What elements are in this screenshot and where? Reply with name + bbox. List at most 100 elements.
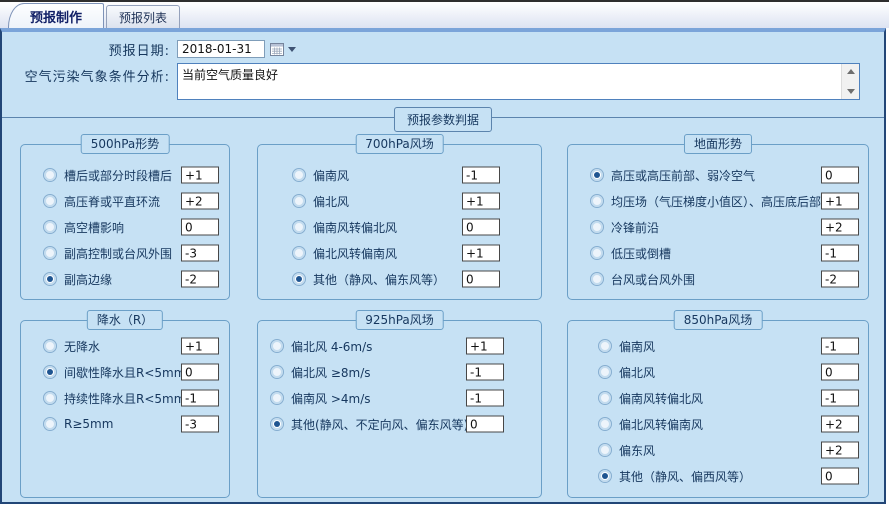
radio-button[interactable]: [43, 391, 57, 405]
main-panel: 预报日期: 2018-01-31 空气污染气象条件分析: 当前空气质量良好: [0, 28, 886, 504]
radio-button[interactable]: [292, 246, 306, 260]
radio-button-selected[interactable]: [598, 469, 612, 483]
option-label[interactable]: 偏北风 ≥8m/s: [291, 364, 371, 381]
radio-button[interactable]: [270, 365, 284, 379]
score-input[interactable]: [181, 416, 219, 433]
option-label[interactable]: 偏北风转偏南风: [619, 416, 703, 433]
score-input[interactable]: [462, 193, 500, 210]
radio-button[interactable]: [598, 365, 612, 379]
option-label[interactable]: 偏东风: [619, 442, 655, 459]
radio-button-selected[interactable]: [43, 272, 57, 286]
radio-button[interactable]: [43, 246, 57, 260]
option-label[interactable]: 偏北风 4-6m/s: [291, 338, 372, 355]
tab-forecast-production[interactable]: 预报制作: [8, 3, 104, 28]
analysis-textarea[interactable]: 当前空气质量良好: [177, 63, 860, 100]
option-label[interactable]: 副高控制或台风外围: [64, 245, 172, 262]
dropdown-caret-icon[interactable]: [288, 47, 296, 56]
radio-button[interactable]: [598, 339, 612, 353]
score-input[interactable]: [181, 338, 219, 355]
option-label[interactable]: 偏北风: [313, 193, 349, 210]
score-input[interactable]: [462, 245, 500, 262]
tab-forecast-list[interactable]: 预报列表: [106, 5, 180, 28]
score-input[interactable]: [821, 338, 859, 355]
forecast-date-picker[interactable]: 2018-01-31: [177, 40, 296, 58]
option-label[interactable]: 偏南风: [313, 167, 349, 184]
score-input[interactable]: [466, 338, 504, 355]
radio-button[interactable]: [590, 194, 604, 208]
option-label[interactable]: 持续性降水且R<5mm: [64, 390, 185, 407]
score-input[interactable]: [821, 245, 859, 262]
radio-button[interactable]: [43, 220, 57, 234]
option-label[interactable]: 偏南风: [619, 338, 655, 355]
score-input[interactable]: [821, 193, 859, 210]
option-label[interactable]: 偏北风: [619, 364, 655, 381]
score-input[interactable]: [821, 442, 859, 459]
score-input[interactable]: [466, 390, 504, 407]
radio-button-selected[interactable]: [43, 365, 57, 379]
score-input[interactable]: [821, 219, 859, 236]
radio-button[interactable]: [43, 417, 57, 431]
radio-button[interactable]: [292, 194, 306, 208]
radio-button[interactable]: [292, 220, 306, 234]
radio-button[interactable]: [598, 443, 612, 457]
radio-button-selected[interactable]: [270, 417, 284, 431]
option-label[interactable]: 偏南风 >4m/s: [291, 390, 371, 407]
option-row: 偏东风: [568, 437, 868, 463]
option-label[interactable]: 间歇性降水且R<5mm: [64, 364, 185, 381]
score-input[interactable]: [821, 271, 859, 288]
forecast-date-value[interactable]: 2018-01-31: [177, 40, 265, 58]
score-input[interactable]: [181, 390, 219, 407]
option-label[interactable]: 高压脊或平直环流: [64, 193, 160, 210]
radio-button-selected[interactable]: [292, 272, 306, 286]
radio-button[interactable]: [270, 391, 284, 405]
score-input[interactable]: [181, 167, 219, 184]
option-label[interactable]: 槽后或部分时段槽后: [64, 167, 172, 184]
radio-button-selected[interactable]: [590, 168, 604, 182]
scroll-down-button[interactable]: [842, 84, 859, 99]
score-input[interactable]: [821, 390, 859, 407]
option-label[interactable]: 副高边缘: [64, 271, 112, 288]
radio-button[interactable]: [590, 220, 604, 234]
score-input[interactable]: [466, 364, 504, 381]
score-input[interactable]: [462, 167, 500, 184]
scroll-up-button[interactable]: [842, 64, 859, 79]
option-label[interactable]: R≥5mm: [64, 417, 113, 431]
radio-button[interactable]: [598, 391, 612, 405]
score-input[interactable]: [821, 364, 859, 381]
score-input[interactable]: [181, 193, 219, 210]
group-options: 偏北风 4-6m/s 偏北风 ≥8m/s 偏南风 >4m/s 其他(静风、不定向风、偏…: [258, 321, 541, 437]
score-input[interactable]: [466, 416, 504, 433]
radio-button[interactable]: [43, 194, 57, 208]
option-label[interactable]: 其他（静风、偏西风等）: [619, 468, 751, 485]
radio-button[interactable]: [292, 168, 306, 182]
score-input[interactable]: [821, 416, 859, 433]
score-input[interactable]: [821, 167, 859, 184]
option-label[interactable]: 高压或高压前部、弱冷空气: [611, 167, 755, 184]
radio-button[interactable]: [598, 417, 612, 431]
radio-button[interactable]: [43, 168, 57, 182]
option-label[interactable]: 台风或台风外围: [611, 271, 695, 288]
option-label[interactable]: 低压或倒槽: [611, 245, 671, 262]
option-label[interactable]: 冷锋前沿: [611, 219, 659, 236]
score-input[interactable]: [821, 468, 859, 485]
option-label[interactable]: 偏南风转偏北风: [313, 219, 397, 236]
radio-button[interactable]: [590, 272, 604, 286]
radio-button[interactable]: [590, 246, 604, 260]
option-label[interactable]: 偏北风转偏南风: [313, 245, 397, 262]
radio-button[interactable]: [43, 339, 57, 353]
score-input[interactable]: [181, 219, 219, 236]
score-input[interactable]: [462, 219, 500, 236]
option-label[interactable]: 其他(静风、不定向风、偏东风等): [291, 416, 468, 433]
radio-button[interactable]: [270, 339, 284, 353]
option-label[interactable]: 其他（静风、偏东风等）: [313, 271, 445, 288]
score-input[interactable]: [181, 364, 219, 381]
calendar-icon[interactable]: [270, 43, 284, 56]
score-input[interactable]: [181, 245, 219, 262]
score-input[interactable]: [181, 271, 219, 288]
textarea-scrollbar[interactable]: [841, 64, 859, 99]
option-label[interactable]: 无降水: [64, 338, 100, 355]
score-input[interactable]: [462, 271, 500, 288]
option-label[interactable]: 高空槽影响: [64, 219, 124, 236]
option-label[interactable]: 均压场（气压梯度小值区）、高压底后部: [611, 193, 821, 210]
option-label[interactable]: 偏南风转偏北风: [619, 390, 703, 407]
